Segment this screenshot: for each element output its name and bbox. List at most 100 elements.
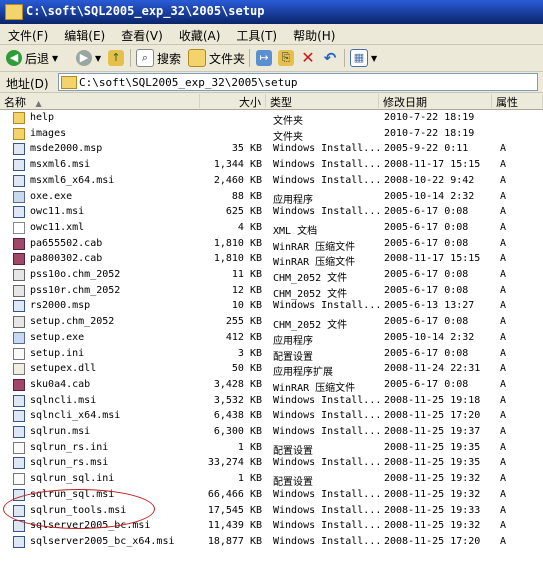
file-type: Windows Install... xyxy=(273,535,382,547)
file-modified: 2008-11-25 19:33 xyxy=(384,504,481,516)
file-row[interactable]: oxe.exe 88 KB 应用程序 2005-10-14 2:32 A xyxy=(0,189,543,206)
copy-to-icon: ⎘ xyxy=(278,50,294,66)
file-modified: 2005-6-17 0:08 xyxy=(384,284,469,296)
file-row[interactable]: setup.exe 412 KB 应用程序 2005-10-14 2:32 A xyxy=(0,330,543,347)
chm-file-icon xyxy=(13,269,25,281)
file-modified: 2005-6-17 0:08 xyxy=(384,237,469,249)
file-size: 3,428 KB xyxy=(213,378,262,390)
delete-x-icon: ✕ xyxy=(301,48,315,67)
file-name: oxe.exe xyxy=(30,190,73,202)
file-row[interactable]: sqlrun.msi 6,300 KB Windows Install... 2008… xyxy=(0,424,543,440)
menu-tools[interactable]: 工具(T) xyxy=(228,24,285,44)
file-size: 1 KB xyxy=(237,473,262,485)
file-size: 3 KB xyxy=(237,347,262,359)
file-row[interactable]: pss10o.chm_2052 11 KB CHM_2052 文件 2005-6-17… xyxy=(0,267,543,284)
msi-file-icon xyxy=(13,410,25,423)
file-attributes: A xyxy=(500,221,507,233)
cab-file-icon xyxy=(13,378,25,391)
back-button[interactable]: ◀ 后退 ▼ xyxy=(6,48,58,68)
move-to-button[interactable]: ↦ xyxy=(256,48,272,68)
column-header-size[interactable]: 大小 xyxy=(200,94,266,109)
file-size: 10 KB xyxy=(231,300,262,312)
file-name: pa800302.cab xyxy=(30,253,103,265)
file-modified: 2005-6-17 0:08 xyxy=(384,347,469,359)
file-attributes: A xyxy=(500,488,507,500)
file-attributes: A xyxy=(500,347,507,359)
file-type: Windows Install... xyxy=(273,159,382,171)
file-row[interactable]: sqlncli.msi 3,532 KB Windows Install... 200… xyxy=(0,393,543,409)
file-modified: 2008-11-25 19:35 xyxy=(384,441,481,453)
file-modified: 2005-6-17 0:08 xyxy=(384,316,469,328)
file-type: Windows Install... xyxy=(273,300,382,312)
views-button[interactable]: ▦ ▼ xyxy=(350,48,377,68)
file-size: 2,460 KB xyxy=(213,174,262,186)
file-row[interactable]: sqlrun_sql.ini 1 KB 配置设置 2008-11-25 19:32 A xyxy=(0,471,543,488)
column-header-attributes[interactable]: 属性 xyxy=(492,94,543,109)
file-row[interactable]: owc11.msi 625 KB Windows Install... 2005-6-… xyxy=(0,204,543,220)
file-type: Windows Install... xyxy=(273,206,382,218)
file-row[interactable]: sqlrun_rs.ini 1 KB 配置设置 2008-11-25 19:35 A xyxy=(0,440,543,457)
menu-view[interactable]: 查看(V) xyxy=(113,24,171,44)
column-header-name[interactable]: 名称 ▲ xyxy=(0,94,200,109)
ini-file-icon xyxy=(13,441,25,454)
file-row[interactable]: rs2000.msp 10 KB Windows Install... 2005-6-… xyxy=(0,298,543,314)
copy-to-button[interactable]: ⎘ xyxy=(278,48,294,68)
up-folder-button[interactable]: ↑ xyxy=(108,48,124,68)
menu-help[interactable]: 帮助(H) xyxy=(285,24,343,44)
file-row[interactable]: setupex.dll 50 KB 应用程序扩展 2008-11-24 22:31 A xyxy=(0,361,543,378)
file-name: setup.chm_2052 xyxy=(30,316,115,328)
file-row[interactable]: sqlrun_rs.msi 33,274 KB Windows Install...… xyxy=(0,455,543,471)
address-input[interactable]: C:\soft\SQL2005_exp_32\2005\setup xyxy=(58,73,538,91)
column-header-type[interactable]: 类型 xyxy=(266,94,379,109)
file-name: sqlrun_rs.ini xyxy=(30,441,109,453)
file-row[interactable]: images 文件夹 2010-7-22 18:19 xyxy=(0,126,543,143)
chevron-down-icon: ▼ xyxy=(52,53,59,63)
file-row[interactable]: sqlserver2005_bc_x64.msi 18,877 KB Windows… xyxy=(0,534,543,550)
file-row[interactable]: pss10r.chm_2052 12 KB CHM_2052 文件 2005-6-17… xyxy=(0,283,543,300)
file-row[interactable]: pa655502.cab 1,810 KB WinRAR 压缩文件 2005-6-17… xyxy=(0,236,543,253)
folder-file-icon xyxy=(13,127,25,140)
window-title: C:\soft\SQL2005_exp_32\2005\setup xyxy=(26,4,265,18)
file-row[interactable]: help 文件夹 2010-7-22 18:19 xyxy=(0,110,543,127)
file-row[interactable]: setup.chm_2052 255 KB CHM_2052 文件 2005-6-17… xyxy=(0,314,543,331)
file-type: Windows Install... xyxy=(273,426,382,437)
folder-icon xyxy=(5,4,23,20)
file-size: 1 KB xyxy=(237,441,262,453)
msi-file-icon xyxy=(13,143,25,156)
search-button[interactable]: ⌕ 搜索 xyxy=(136,48,181,68)
file-name: sqlncli.msi xyxy=(30,394,97,406)
msi-file-icon xyxy=(13,174,25,187)
folders-button[interactable]: 文件夹 xyxy=(188,48,245,68)
back-arrow-icon: ◀ xyxy=(6,50,22,66)
file-row[interactable]: msxml6.msi 1,344 KB Windows Install... 2008… xyxy=(0,157,543,173)
file-row[interactable]: sqlncli_x64.msi 6,438 KB Windows Install..… xyxy=(0,408,543,424)
file-modified: 2005-6-17 0:08 xyxy=(384,206,469,218)
menu-favorites[interactable]: 收藏(A) xyxy=(171,24,229,44)
file-row[interactable]: setup.ini 3 KB 配置设置 2005-6-17 0:08 A xyxy=(0,346,543,363)
chm-file-icon xyxy=(13,316,25,329)
forward-button[interactable]: ▶ ▼ xyxy=(76,48,101,68)
delete-button[interactable]: ✕ xyxy=(300,48,316,68)
file-row[interactable]: sku0a4.cab 3,428 KB WinRAR 压缩文件 2005-6-17 0… xyxy=(0,377,543,394)
file-name: pss10o.chm_2052 xyxy=(30,269,121,280)
file-modified: 2008-11-25 19:18 xyxy=(384,394,481,406)
undo-button[interactable]: ↶ xyxy=(322,48,338,68)
file-size: 6,300 KB xyxy=(213,426,262,437)
folders-label: 文件夹 xyxy=(209,51,246,66)
file-row[interactable]: msde2000.msp 35 KB Windows Install... 2005-… xyxy=(0,141,543,157)
file-row[interactable]: owc11.xml 4 KB XML 文档 2005-6-17 0:08 A xyxy=(0,220,543,237)
menu-edit[interactable]: 编辑(E) xyxy=(56,24,113,44)
file-row[interactable]: pa800302.cab 1,810 KB WinRAR 压缩文件 2008-11-1… xyxy=(0,251,543,268)
file-row[interactable]: msxml6_x64.msi 2,460 KB Windows Install...… xyxy=(0,173,543,189)
file-modified: 2008-10-22 9:42 xyxy=(384,174,475,186)
title-bar[interactable]: C:\soft\SQL2005_exp_32\2005\setup xyxy=(0,0,543,24)
file-name: setup.ini xyxy=(30,347,85,359)
cab-file-icon xyxy=(13,253,25,266)
file-modified: 2008-11-25 19:32 xyxy=(384,473,481,485)
cab-file-icon xyxy=(13,237,25,250)
file-size: 255 KB xyxy=(225,316,262,328)
column-header-modified[interactable]: 修改日期 xyxy=(379,94,492,109)
menu-file[interactable]: 文件(F) xyxy=(0,24,56,44)
file-name: msde2000.msp xyxy=(30,143,103,155)
file-size: 11 KB xyxy=(231,269,262,280)
